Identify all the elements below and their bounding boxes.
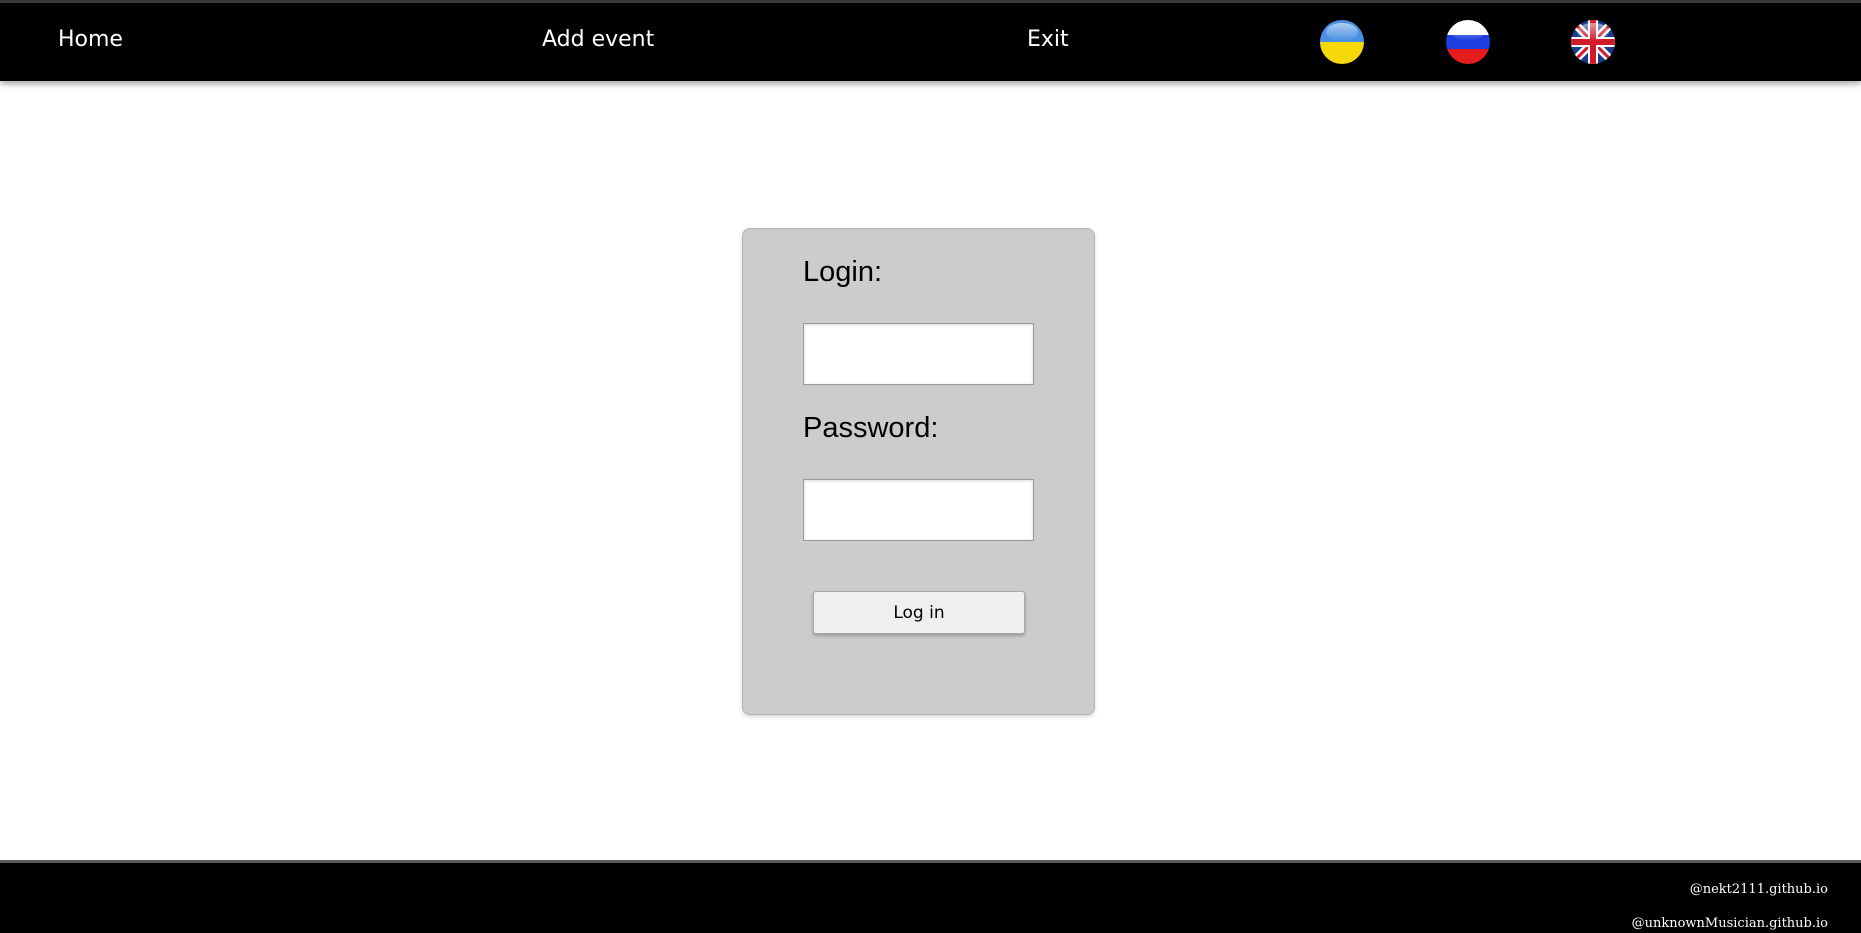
nav-home-link[interactable]: Home [58,27,123,52]
login-label: Login: [803,256,883,288]
password-label: Password: [803,412,939,444]
footer-link-nekt2111[interactable]: @nekt2111.github.io [1690,882,1828,897]
footer-link-unknownmusician[interactable]: @unknownMusician.github.io [1632,916,1828,931]
russian-flag-icon[interactable] [1446,20,1490,64]
ukrainian-flag-icon[interactable] [1320,20,1364,64]
page-footer: @nekt2111.github.io @unknownMusician.git… [0,860,1861,933]
top-navigation-bar: Home Add event Exit [0,0,1861,81]
login-input[interactable] [803,323,1034,385]
log-in-button[interactable]: Log in [813,591,1025,634]
password-input[interactable] [803,479,1034,541]
uk-flag-icon[interactable] [1571,20,1615,64]
nav-exit-link[interactable]: Exit [1027,27,1069,52]
login-form-card: Login: Password: Log in [742,228,1095,715]
nav-add-event-link[interactable]: Add event [542,27,654,52]
